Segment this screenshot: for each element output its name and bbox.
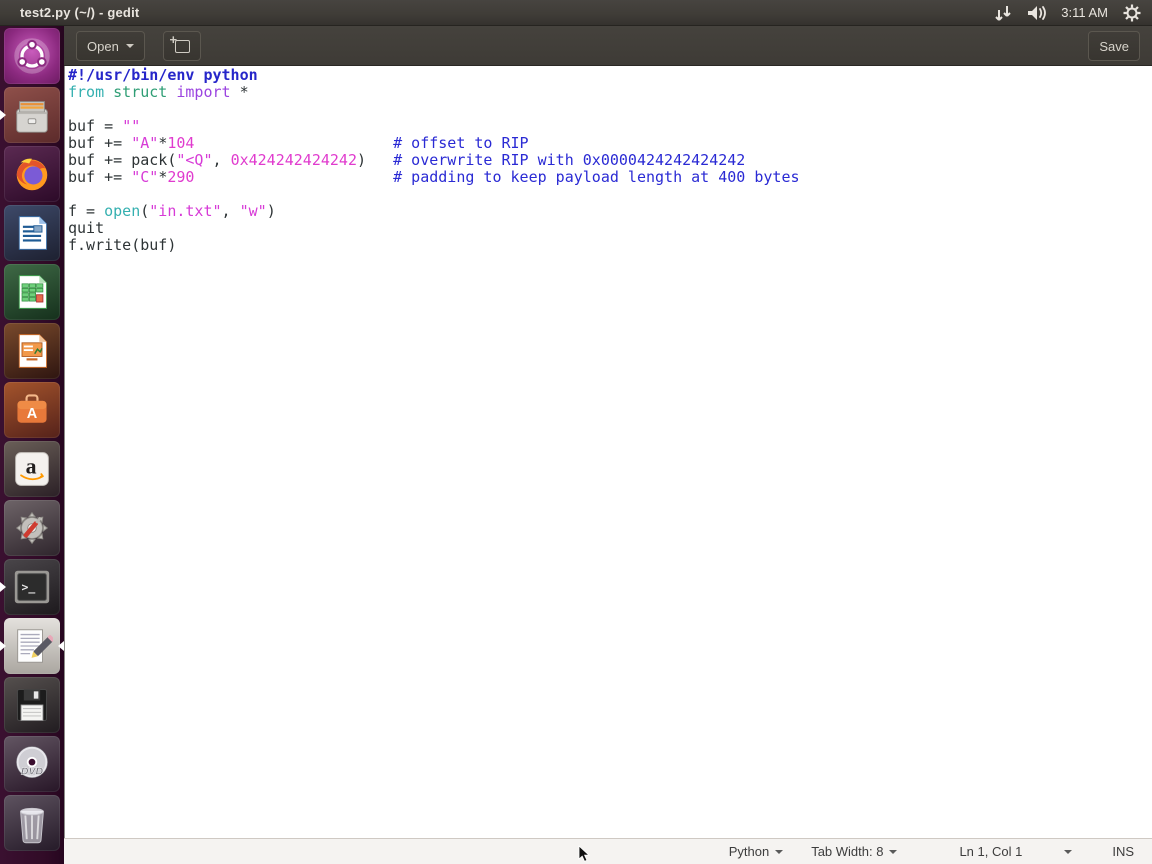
trash-icon [9, 800, 55, 846]
files-icon [9, 92, 55, 138]
code-line: buf += "C"*290 # padding to keep payload… [68, 169, 1152, 186]
dvd-icon: DVD [9, 741, 55, 787]
clock[interactable]: 3:11 AM [1061, 5, 1108, 20]
launcher-item-ubuntu-software[interactable]: A [4, 382, 60, 438]
launcher-item-terminal[interactable]: >_ [4, 559, 60, 615]
launcher-item-system-settings[interactable] [4, 500, 60, 556]
save-button-label: Save [1099, 39, 1129, 54]
chevron-down-icon [775, 850, 783, 854]
code-line: #!/usr/bin/env python [68, 67, 1152, 84]
launcher-item-firefox[interactable] [4, 146, 60, 202]
gedit-headerbar: Open Save [64, 26, 1152, 66]
svg-text:>_: >_ [22, 580, 36, 595]
code-line: from struct import * [68, 84, 1152, 101]
open-button[interactable]: Open [76, 31, 145, 61]
code-line [68, 101, 1152, 118]
gear-icon[interactable] [1122, 3, 1142, 23]
window-title: test2.py (~/) - gedit [20, 5, 139, 20]
insert-mode-indicator: INS [1112, 844, 1134, 859]
svg-text:a: a [26, 455, 37, 479]
status-bar: Python Tab Width: 8 Ln 1, Col 1 INS [64, 838, 1152, 864]
top-panel: test2.py (~/) - gedit 3:11 AM [0, 0, 1152, 26]
code-line: buf = "" [68, 118, 1152, 135]
running-indicator [0, 582, 6, 592]
terminal-icon: >_ [9, 564, 55, 610]
tab-width-label: Tab Width: 8 [811, 844, 883, 859]
floppy-disk-icon [9, 682, 55, 728]
chevron-down-icon [126, 44, 134, 48]
system-settings-icon [9, 505, 55, 551]
cursor-position-label: Ln 1, Col 1 [959, 844, 1022, 859]
libreoffice-impress-icon [9, 328, 55, 374]
gedit-window: Open Save #!/usr/bin/env pythonfrom stru… [64, 26, 1152, 864]
code-line [68, 186, 1152, 203]
new-document-icon [175, 40, 190, 53]
launcher-item-files[interactable] [4, 87, 60, 143]
language-selector[interactable]: Python [729, 844, 783, 859]
launcher: Aa >_ DVD [0, 26, 64, 864]
firefox-icon [9, 151, 55, 197]
new-document-button[interactable] [163, 31, 201, 61]
code-line: buf += pack("<Q", 0x424242424242) # over… [68, 152, 1152, 169]
launcher-item-floppy-disk[interactable] [4, 677, 60, 733]
launcher-item-libreoffice-impress[interactable] [4, 323, 60, 379]
launcher-item-libreoffice-writer[interactable] [4, 205, 60, 261]
language-label: Python [729, 844, 769, 859]
launcher-item-dvd[interactable]: DVD [4, 736, 60, 792]
code-area[interactable]: #!/usr/bin/env pythonfrom struct import … [64, 66, 1152, 838]
launcher-item-ubuntu-dash[interactable] [4, 28, 60, 84]
focused-indicator [58, 641, 64, 651]
launcher-item-libreoffice-calc[interactable] [4, 264, 60, 320]
running-indicator [0, 110, 6, 120]
cursor-position[interactable]: Ln 1, Col 1 [959, 844, 1022, 859]
ubuntu-dash-icon [9, 33, 55, 79]
libreoffice-calc-icon [9, 269, 55, 315]
code-line: buf += "A"*104 # offset to RIP [68, 135, 1152, 152]
code-line: f.write(buf) [68, 237, 1152, 254]
amazon-icon: a [9, 446, 55, 492]
launcher-item-amazon[interactable]: a [4, 441, 60, 497]
code-line: quit [68, 220, 1152, 237]
network-arrows-icon[interactable] [993, 3, 1013, 23]
svg-text:DVD: DVD [21, 766, 44, 778]
launcher-item-trash[interactable] [4, 795, 60, 851]
launcher-item-gedit[interactable] [4, 618, 60, 674]
chevron-down-icon [1064, 850, 1072, 854]
chevron-down-icon [889, 850, 897, 854]
volume-icon[interactable] [1027, 3, 1047, 23]
libreoffice-writer-icon [9, 210, 55, 256]
tab-width-selector[interactable]: Tab Width: 8 [811, 844, 897, 859]
gedit-icon [9, 623, 55, 669]
open-button-label: Open [87, 39, 119, 54]
svg-text:A: A [27, 406, 38, 422]
mouse-cursor [578, 845, 592, 864]
save-button[interactable]: Save [1088, 31, 1140, 61]
code-line: f = open("in.txt", "w") [68, 203, 1152, 220]
goto-line-dropdown[interactable] [1064, 850, 1072, 854]
running-indicator [0, 641, 6, 651]
ubuntu-software-icon: A [9, 387, 55, 433]
